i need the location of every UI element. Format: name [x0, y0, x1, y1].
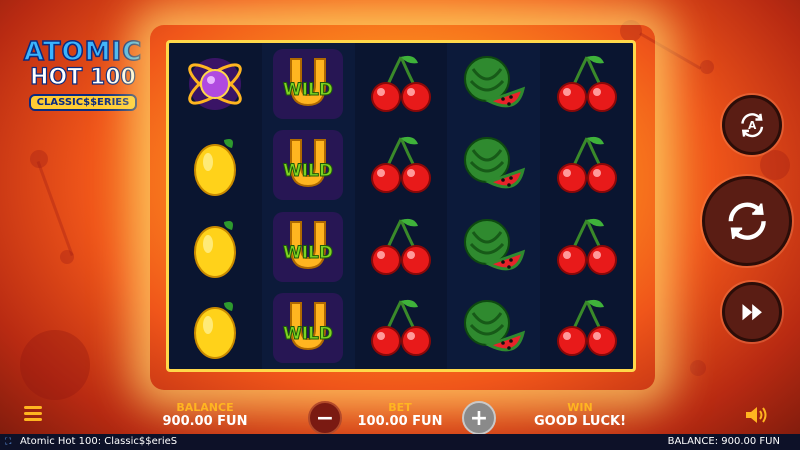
fullscreen-icon[interactable]: ⛶ [5, 434, 11, 450]
cherry-icon [370, 55, 431, 112]
wild-horseshoe-icon: WILD [273, 293, 344, 364]
bet-increase-button[interactable]: + [462, 401, 496, 435]
logo-title: ATOMIC [23, 37, 143, 67]
win-display: WIN GOOD LUCK! [525, 401, 635, 430]
reel-column [169, 43, 262, 369]
reel-symbol [547, 290, 627, 366]
reel-symbol [361, 209, 441, 285]
bet-value: 100.00 FUN [357, 414, 443, 429]
balance-label: BALANCE [176, 401, 234, 414]
cherry-icon [556, 300, 617, 357]
bet-label: BET [388, 401, 412, 414]
reel-column [355, 43, 448, 369]
plus-icon: + [469, 405, 489, 431]
cherry-icon [556, 137, 617, 194]
turbo-button[interactable] [722, 282, 782, 342]
autoplay-icon: A [741, 112, 763, 138]
reel-grid: WILD WILD WILD WILD [166, 40, 636, 372]
spin-icon [728, 202, 766, 240]
bet-decrease-button[interactable]: − [308, 401, 342, 435]
status-bar: ⛶ Atomic Hot 100: Classic$$erieS BALANCE… [0, 434, 800, 450]
game-title: Atomic Hot 100: Classic$$erieS [20, 436, 178, 447]
lemon-icon [194, 302, 237, 360]
background-planet [20, 330, 90, 400]
reel-symbol [361, 290, 441, 366]
background-molecule [700, 60, 714, 74]
speaker-icon [746, 407, 767, 423]
wild-horseshoe-icon: WILD [273, 130, 344, 201]
logo-subtitle: HOT 100 [30, 65, 137, 90]
reel-symbol: WILD [268, 290, 348, 366]
reel-symbol [547, 209, 627, 285]
reel-symbol [361, 127, 441, 203]
reel-symbol: WILD [268, 209, 348, 285]
reel-symbol: WILD [268, 46, 348, 122]
logo-series-badge: CLASSIC$$ERIES [28, 94, 138, 111]
cherry-icon [370, 137, 431, 194]
wild-text: WILD [283, 324, 333, 344]
reel-symbol [175, 127, 255, 203]
reel-symbol [454, 127, 534, 203]
game-logo: ATOMIC HOT 100 CLASSIC$$ERIES [8, 37, 158, 111]
background-molecule [760, 150, 790, 180]
win-value: GOOD LUCK! [533, 414, 626, 429]
cherry-icon [556, 55, 617, 112]
menu-icon[interactable] [24, 406, 42, 422]
watermelon-icon [463, 137, 525, 189]
fast-forward-icon [742, 303, 762, 321]
autoplay-button[interactable]: A [722, 95, 782, 155]
reel-symbol [175, 46, 255, 122]
balance-value: 900.00 FUN [162, 414, 248, 429]
reel-symbol [454, 290, 534, 366]
wild-horseshoe-icon: WILD [273, 211, 344, 282]
watermelon-icon [463, 218, 525, 271]
reel-symbol [175, 209, 255, 285]
watermelon-icon [463, 55, 525, 108]
atom-icon [188, 57, 243, 110]
reel-symbol [547, 127, 627, 203]
cherry-icon [370, 218, 431, 275]
reel-column: WILD WILD WILD WILD [261, 43, 355, 369]
reel-symbol [547, 46, 627, 122]
reel-symbol [454, 209, 534, 285]
reel-symbol: WILD [268, 127, 348, 203]
reel-symbol [454, 46, 534, 122]
win-label: WIN [567, 401, 593, 414]
background-molecule [690, 360, 706, 376]
status-balance: BALANCE: 900.00 FUN [667, 436, 780, 447]
background-link [36, 160, 74, 256]
reel-symbol [175, 290, 255, 366]
wild-text: WILD [283, 80, 333, 100]
reel-column [540, 43, 633, 369]
reel-column [447, 43, 541, 369]
watermelon-icon [463, 300, 525, 352]
minus-icon: − [315, 405, 335, 431]
sound-button[interactable] [744, 404, 770, 426]
wild-text: WILD [283, 161, 333, 181]
lemon-icon [194, 220, 237, 278]
wild-text: WILD [283, 243, 333, 263]
lemon-icon [194, 139, 237, 197]
wild-horseshoe-icon: WILD [273, 48, 344, 119]
autoplay-letter: A [748, 120, 757, 132]
bet-display: BET 100.00 FUN [345, 401, 455, 430]
cherry-icon [556, 218, 617, 275]
reel-symbol [361, 46, 441, 122]
balance-display: BALANCE 900.00 FUN [150, 401, 260, 430]
cherry-icon [370, 300, 431, 357]
spin-button[interactable] [702, 176, 792, 266]
